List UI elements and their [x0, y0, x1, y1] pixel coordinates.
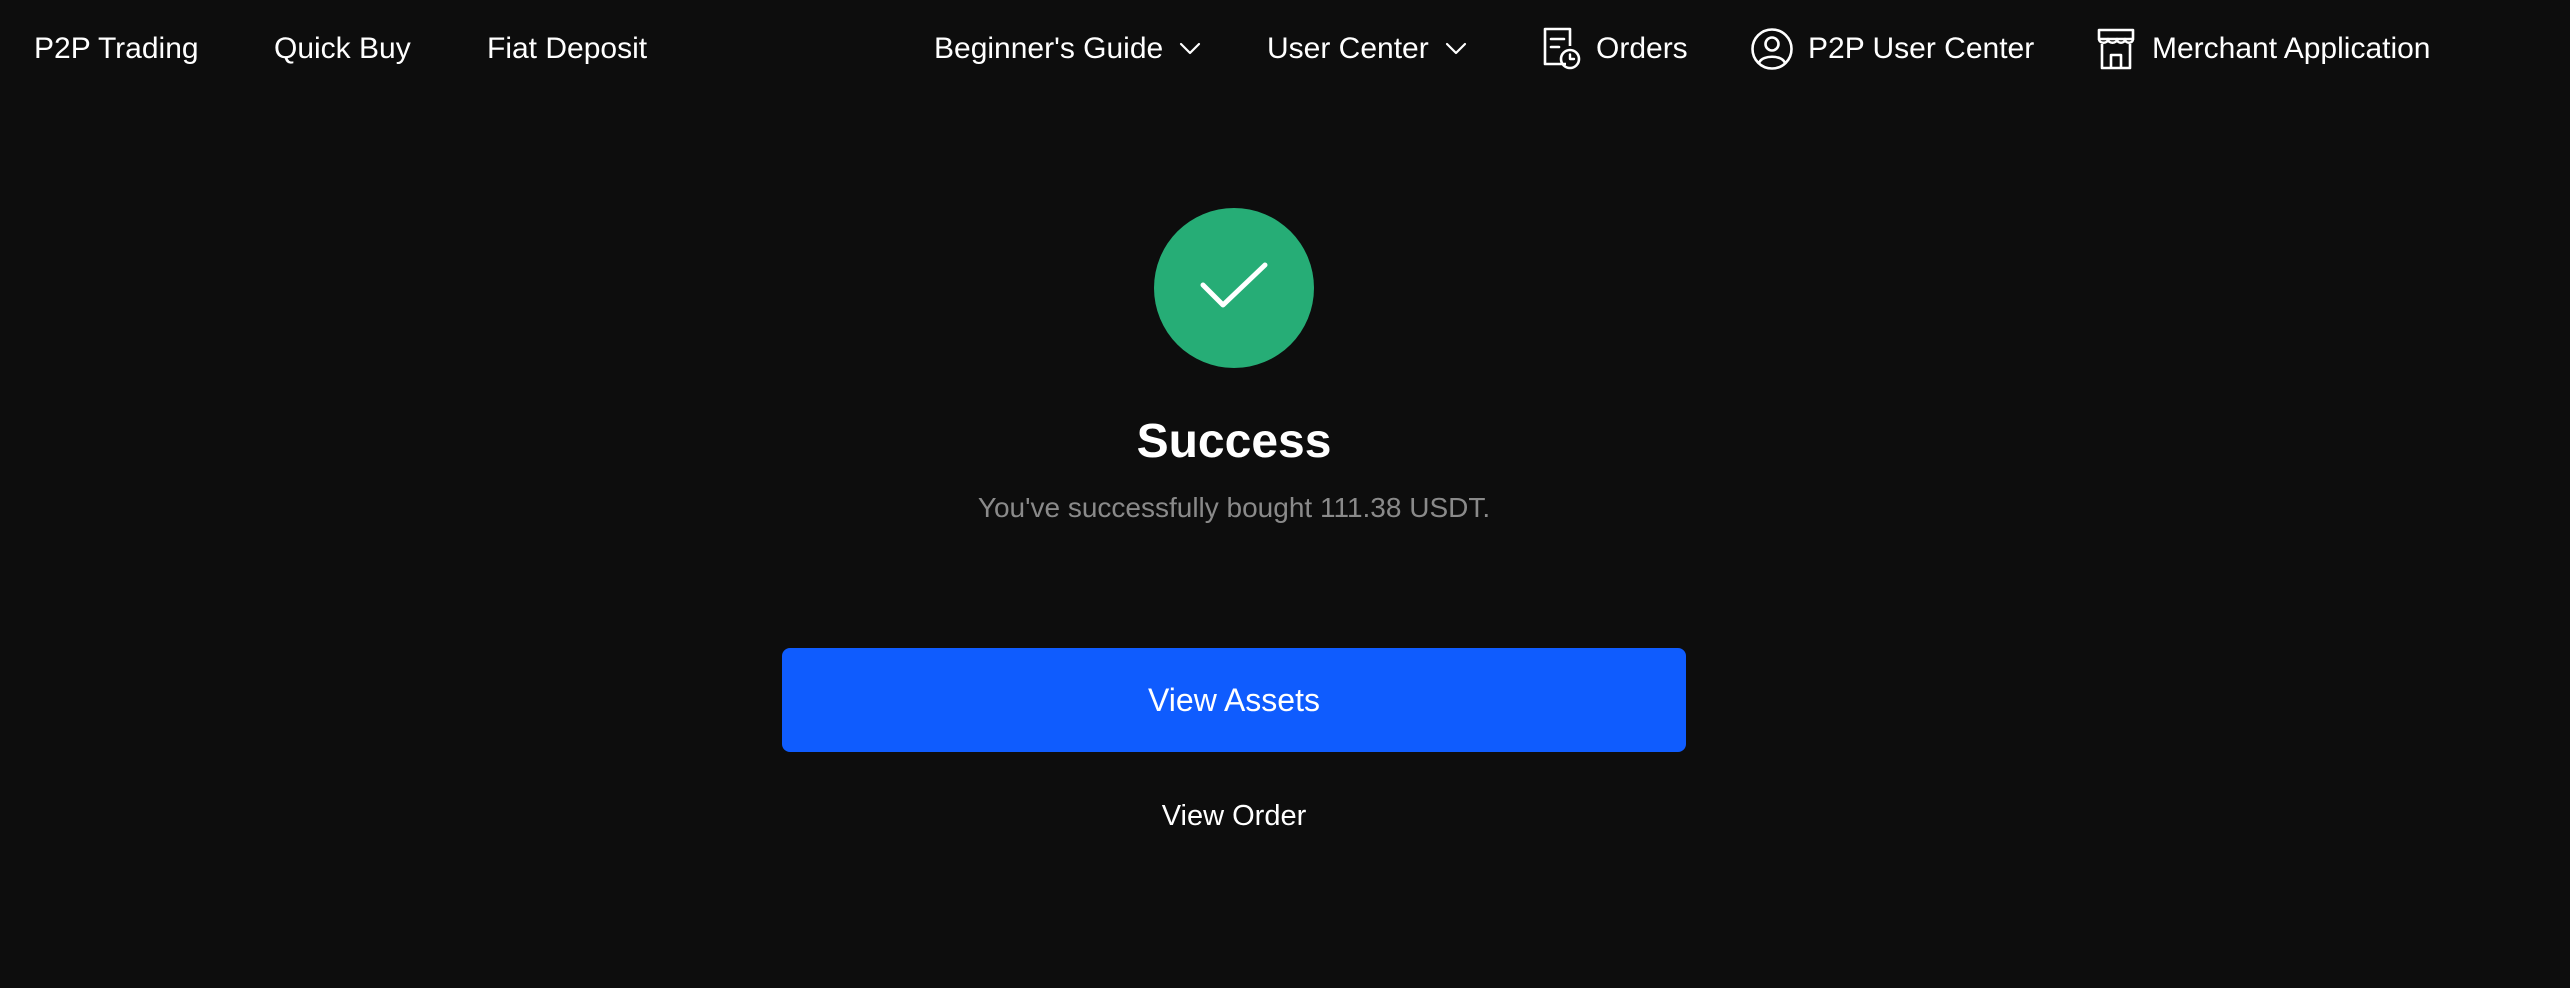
success-badge	[1154, 208, 1314, 368]
result-panel: Success You've successfully bought 111.3…	[0, 0, 2570, 988]
success-message: You've successfully bought 111.38 USDT.	[977, 492, 1491, 523]
success-title: Success	[1136, 415, 1332, 468]
view-assets-button[interactable]: View Assets	[782, 648, 1686, 752]
view-order-link[interactable]: View Order	[0, 800, 2468, 833]
checkmark-icon	[1199, 259, 1269, 318]
